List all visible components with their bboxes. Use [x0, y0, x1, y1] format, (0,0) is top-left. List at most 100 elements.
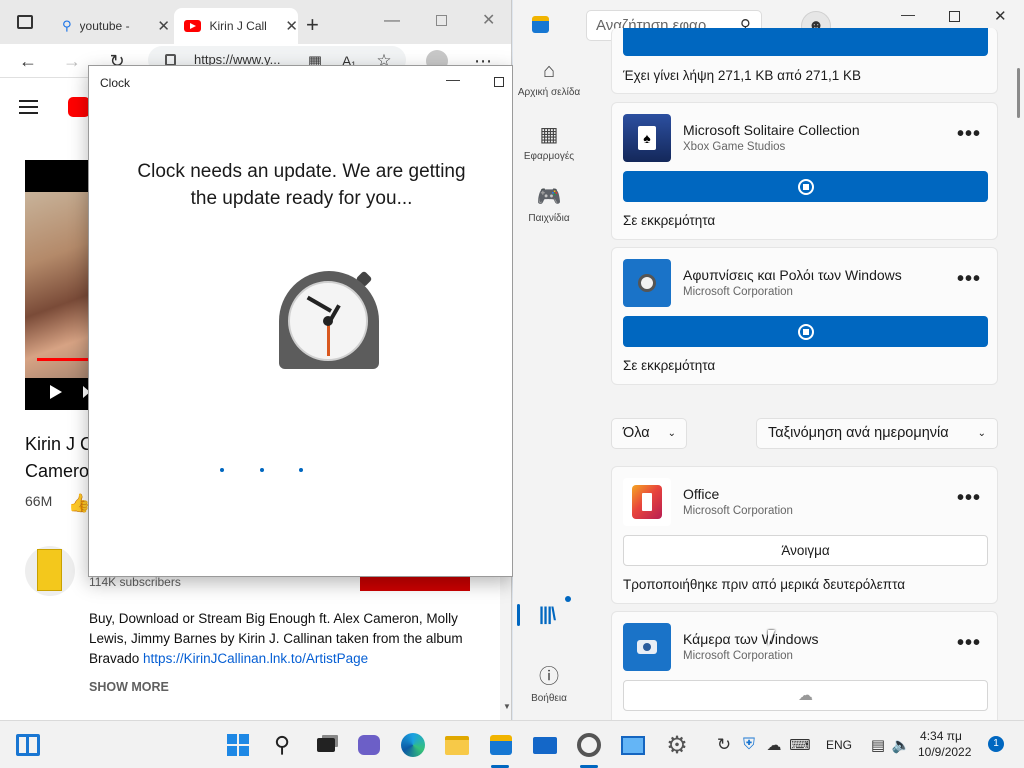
- minimize-button[interactable]: —: [384, 12, 400, 30]
- window-title: Clock: [100, 76, 131, 90]
- clock-window: Clock — Clock needs an update. We are ge…: [88, 65, 513, 577]
- open-app-button[interactable]: Άνοιγμα: [623, 535, 988, 566]
- app-status: Σε εκκρεμότητα: [623, 213, 716, 228]
- mail-icon[interactable]: [531, 731, 559, 759]
- network-icon[interactable]: ☁: [760, 731, 788, 759]
- show-desktop-snap-icon[interactable]: [14, 731, 42, 759]
- cloud-download-icon: ☁: [798, 687, 813, 704]
- nav-games[interactable]: 🎮 Παιχνίδια: [513, 184, 585, 224]
- video-title-line: Kirin J C: [25, 434, 94, 454]
- sort-dropdown[interactable]: Ταξινόμηση ανά ημερομηνία ⌄: [756, 418, 998, 449]
- update-badge: [565, 596, 571, 602]
- settings-icon[interactable]: ⚙: [663, 731, 691, 759]
- notification-badge[interactable]: 1: [988, 736, 1004, 752]
- app-status: Τροποποιήθηκε πριν από μερικά δευτερόλεπ…: [623, 577, 906, 592]
- file-explorer-icon[interactable]: [443, 731, 471, 759]
- cloud-download-button[interactable]: ☁: [623, 680, 988, 711]
- store-scrollbar[interactable]: [1017, 68, 1020, 118]
- maximize-button[interactable]: [949, 11, 960, 22]
- pending-app-card: Αφυπνίσεις και Ρολόι των Windows Microso…: [611, 247, 998, 385]
- new-tab-button[interactable]: +: [306, 12, 319, 38]
- app-publisher: Microsoft Corporation: [683, 286, 793, 298]
- minimize-button[interactable]: —: [446, 71, 460, 87]
- more-options-icon[interactable]: •••: [957, 123, 981, 146]
- search-icon[interactable]: ⚲: [268, 731, 296, 759]
- download-status: Έχει γίνει λήψη 271,1 KB από 271,1 KB: [623, 68, 862, 83]
- help-icon: ⓘ: [539, 666, 559, 688]
- stop-download-button[interactable]: [623, 171, 988, 202]
- subscribe-button[interactable]: [360, 577, 470, 591]
- library-icon: |||\: [539, 604, 556, 624]
- apps-icon: ▦: [539, 124, 559, 146]
- clock-app-icon[interactable]: [575, 731, 603, 759]
- more-options-icon[interactable]: •••: [957, 268, 981, 291]
- app-publisher: Xbox Game Studios: [683, 141, 786, 153]
- back-icon[interactable]: ←: [17, 50, 39, 72]
- start-icon[interactable]: [224, 731, 252, 759]
- nav-library[interactable]: |||\: [513, 596, 585, 632]
- stop-download-button[interactable]: [623, 316, 988, 347]
- camera-icon: [623, 623, 671, 671]
- close-tab-icon[interactable]: ✕: [157, 17, 170, 35]
- update-message: Clock needs an update. We are getting th…: [137, 161, 466, 209]
- home-icon: ⌂: [542, 60, 556, 82]
- maximize-button[interactable]: [494, 77, 504, 87]
- show-more-button[interactable]: SHOW MORE: [89, 680, 169, 694]
- nav-help[interactable]: ⓘ Βοήθεια: [513, 660, 585, 704]
- security-shield-icon[interactable]: ⛨: [735, 731, 763, 759]
- video-player[interactable]: [25, 160, 90, 410]
- video-description: Buy, Download or Stream Big Enough ft. A…: [89, 609, 484, 669]
- alarm-clock-icon: [278, 269, 380, 371]
- youtube-logo-icon[interactable]: [68, 97, 90, 117]
- keyboard-icon[interactable]: ⌨: [786, 731, 814, 759]
- library-app-card: Office Microsoft Corporation ••• Άνοιγμα…: [611, 466, 998, 604]
- tab-strip: ⚲ youtube - ✕ Kirin J Call ✕ + — ✕: [0, 0, 511, 44]
- time-text: 4:34 πμ: [920, 729, 962, 743]
- language-indicator[interactable]: ENG: [826, 738, 852, 752]
- video-title-line: Camero: [25, 461, 90, 481]
- library-app-card: Κάμερα των Windows Microsoft Corporation…: [611, 611, 998, 720]
- nav-home[interactable]: ⌂ Αρχική σελίδα: [513, 60, 585, 98]
- edge-icon[interactable]: [399, 731, 427, 759]
- tab-youtube-search[interactable]: ⚲ youtube - ✕: [52, 8, 170, 44]
- alarms-clock-icon: [623, 259, 671, 307]
- forward-icon[interactable]: →: [61, 50, 83, 72]
- menu-icon[interactable]: [19, 100, 38, 114]
- close-window-button[interactable]: ✕: [994, 7, 1007, 25]
- volume-icon[interactable]: 🔈: [887, 731, 915, 759]
- video-title: Kirin J C Camero: [25, 431, 93, 485]
- progress-bar[interactable]: [37, 358, 90, 361]
- nav-apps[interactable]: ▦ Εφαρμογές: [513, 122, 585, 162]
- play-icon[interactable]: [50, 385, 62, 399]
- control-panel-icon[interactable]: [619, 731, 647, 759]
- view-count: 66M: [25, 493, 53, 509]
- stop-icon: [798, 324, 814, 340]
- store-logo-icon: [532, 16, 549, 33]
- stop-icon: [798, 179, 814, 195]
- mouse-cursor-icon: [768, 630, 775, 646]
- minimize-button[interactable]: —: [901, 6, 915, 22]
- nav-label: Παιχνίδια: [528, 213, 570, 224]
- tab-youtube-video[interactable]: Kirin J Call ✕: [174, 8, 298, 44]
- maximize-button[interactable]: [436, 15, 447, 26]
- microsoft-store-window: Αναζήτηση εφαρ... ⚲ ☻ — ✕ ⌂ Αρχική σελίδ…: [513, 0, 1024, 720]
- more-options-icon[interactable]: •••: [957, 487, 981, 510]
- loading-dot: [260, 468, 264, 472]
- more-options-icon[interactable]: •••: [957, 632, 981, 655]
- sort-value: Ταξινόμηση ανά ημερομηνία: [768, 425, 949, 441]
- download-card: Έχει γίνει λήψη 271,1 KB από 271,1 KB: [611, 28, 998, 94]
- task-view-icon[interactable]: [312, 731, 340, 759]
- nav-label: Αρχική σελίδα: [517, 87, 581, 98]
- solitaire-icon: ♠: [623, 114, 671, 162]
- clock-datetime[interactable]: 4:34 πμ 10/9/2022: [918, 728, 971, 760]
- filter-dropdown[interactable]: Όλα ⌄: [611, 418, 687, 449]
- artist-link[interactable]: https://KirinJCallinan.lnk.to/ArtistPage: [143, 651, 368, 666]
- tab-actions-icon[interactable]: [17, 15, 33, 29]
- loading-dot: [299, 468, 303, 472]
- channel-avatar[interactable]: [25, 546, 75, 596]
- chat-icon[interactable]: [355, 731, 383, 759]
- close-window-button[interactable]: ✕: [482, 10, 495, 30]
- update-icon[interactable]: ↻: [710, 731, 738, 759]
- store-icon[interactable]: [487, 731, 515, 759]
- close-tab-icon[interactable]: ✕: [285, 17, 298, 35]
